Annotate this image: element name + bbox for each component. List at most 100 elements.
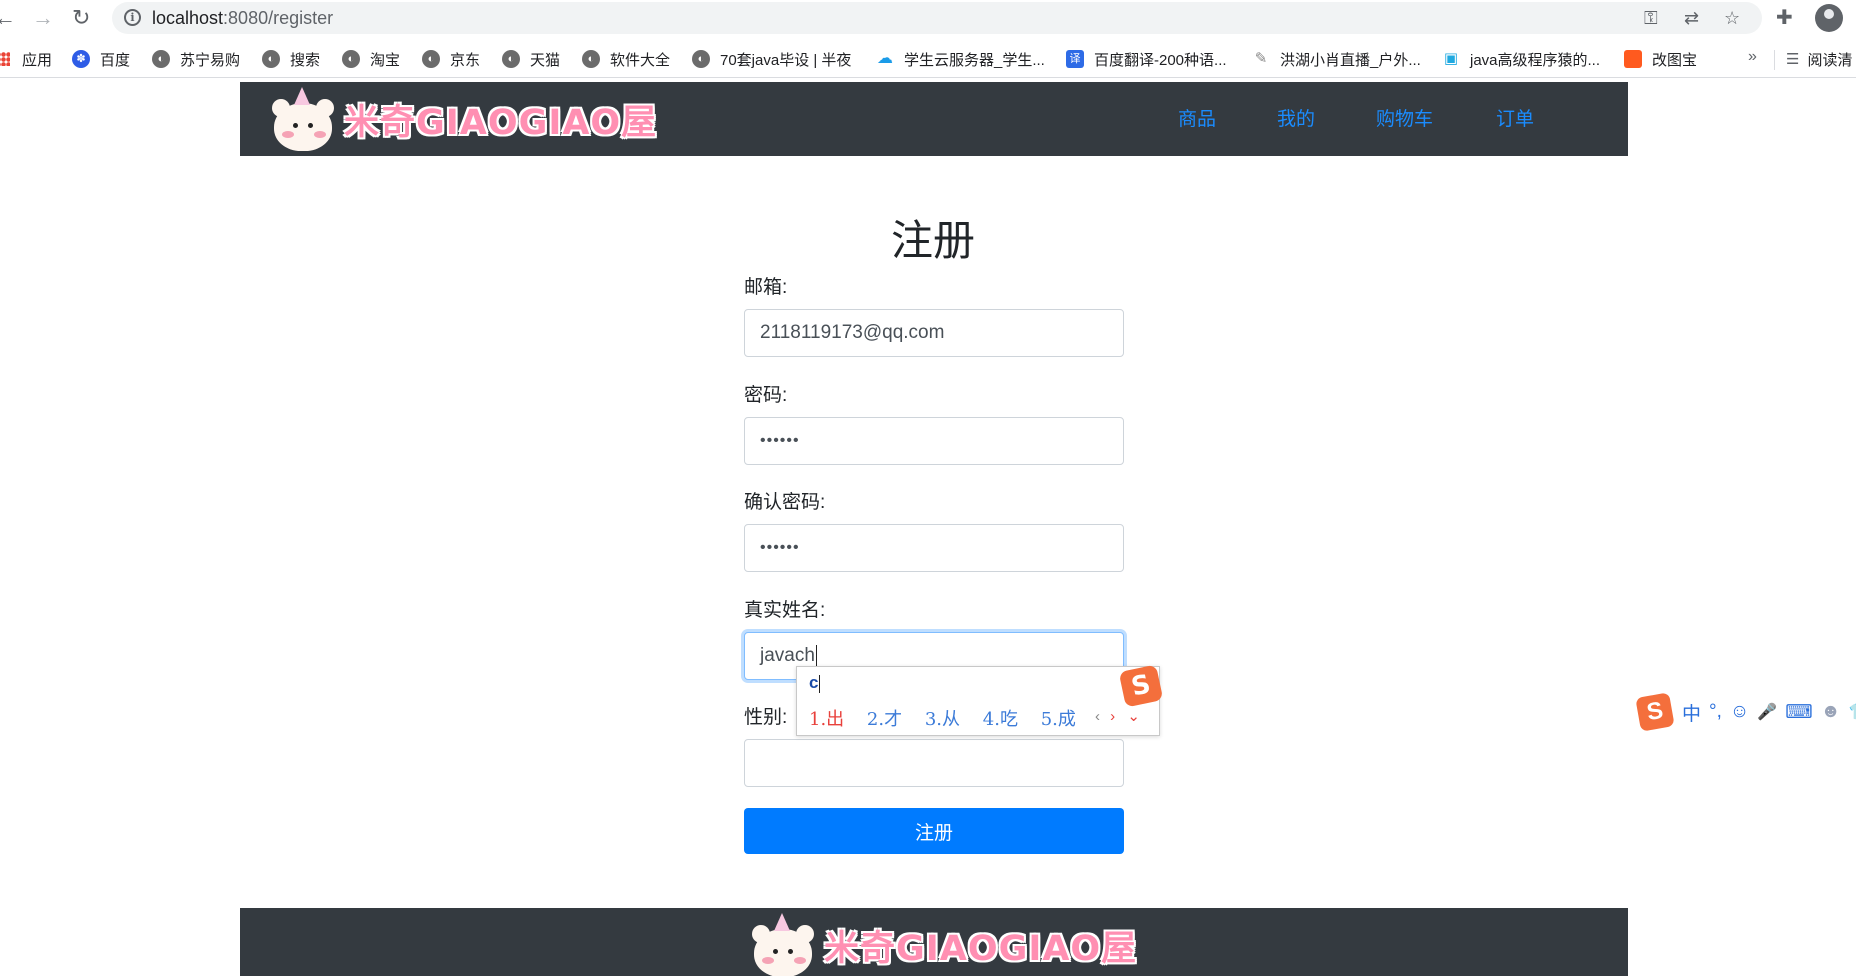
password-key-icon[interactable]: ⚿: [1644, 6, 1658, 30]
user-icon[interactable]: ☻: [1821, 701, 1841, 723]
bookmark-java-projects[interactable]: ◐ 70套java毕设 | 半夜: [692, 48, 851, 70]
bilibili-icon: ▣: [1442, 50, 1460, 68]
site-logo[interactable]: 米奇GIAOGIAO屋: [270, 84, 657, 154]
text-caret: [815, 644, 817, 667]
translate-page-icon[interactable]: ⇄: [1684, 6, 1699, 30]
bookmark-label: 学生云服务器_学生...: [904, 51, 1045, 69]
ime-candidate-popup: c 1.出 2.才 3.从 4.吃 5.成 ‹ › ⌄: [796, 666, 1160, 736]
back-arrow-icon[interactable]: ←: [0, 4, 16, 32]
skin-icon[interactable]: 👕: [1849, 702, 1856, 722]
keyboard-icon[interactable]: ⌨: [1785, 701, 1812, 724]
translate-icon: 译: [1066, 50, 1084, 68]
site-info-icon[interactable]: i: [124, 9, 141, 26]
ime-candidate[interactable]: 3.从: [925, 709, 960, 730]
footer-logo-text: 米奇GIAOGIAO屋: [824, 928, 1138, 969]
confirm-password-label: 确认密码:: [744, 492, 826, 513]
globe-icon: ◐: [502, 50, 520, 68]
bookmark-label: 淘宝: [370, 51, 401, 69]
ime-expand-icon[interactable]: ⌄: [1127, 708, 1140, 725]
nav-orders[interactable]: 订单: [1496, 104, 1534, 131]
reading-list-label: 阅读清: [1807, 51, 1853, 69]
profile-avatar-icon[interactable]: [1815, 4, 1843, 32]
bookmark-label: 软件大全: [610, 51, 671, 69]
bookmarks-bar: 应用 ✽ 百度 ◐ 苏宁易购 ◐ 搜索 ◐ 淘宝 ◐ 京东 ◐ 天猫 ◐ 软件大…: [0, 40, 1856, 78]
emoji-icon[interactable]: ☺: [1730, 701, 1749, 723]
address-bar[interactable]: i localhost:8080/register ⚿ ⇄ ☆: [112, 2, 1762, 34]
gender-field[interactable]: [744, 739, 1124, 787]
globe-icon: ◐: [582, 50, 600, 68]
bookmark-label: 搜索: [290, 51, 321, 69]
page-title: 注册: [890, 217, 975, 264]
ime-pinyin-text: c: [809, 673, 819, 692]
ime-candidate[interactable]: 5.成: [1041, 709, 1076, 730]
url-text[interactable]: localhost:8080/register: [152, 8, 333, 29]
reload-icon[interactable]: ↻: [72, 4, 90, 32]
bookmark-label: 改图宝: [1652, 51, 1698, 69]
bookmark-taobao[interactable]: ◐ 淘宝: [342, 48, 400, 70]
more-bookmarks-icon[interactable]: »: [1748, 48, 1757, 66]
bookmark-baidu-translate[interactable]: 译 百度翻译-200种语...: [1066, 48, 1227, 70]
bookmark-suning[interactable]: ◐ 苏宁易购: [152, 48, 240, 70]
ime-pinyin-input: c: [809, 673, 821, 693]
bookmark-label: 苏宁易购: [180, 51, 241, 69]
bookmark-label: 天猫: [530, 51, 561, 69]
bookmark-student-cloud[interactable]: ☁ 学生云服务器_学生...: [876, 48, 1045, 70]
bookmark-label: 洪湖小肖直播_户外...: [1280, 51, 1421, 69]
email-field[interactable]: 2118119173@qq.com: [744, 309, 1124, 357]
bookmark-star-icon[interactable]: ☆: [1724, 6, 1740, 30]
microphone-icon[interactable]: 🎤: [1757, 702, 1777, 722]
password-field[interactable]: ••••••: [744, 417, 1124, 465]
sogou-logo-icon[interactable]: S: [1635, 692, 1675, 732]
ime-mode-toggle[interactable]: 中: [1682, 699, 1701, 726]
password-label: 密码:: [744, 385, 788, 406]
bookmark-apps[interactable]: 应用: [0, 48, 52, 70]
ime-candidate[interactable]: 2.才: [867, 709, 902, 730]
register-button[interactable]: 注册: [744, 808, 1124, 854]
bookmark-software[interactable]: ◐ 软件大全: [582, 48, 670, 70]
punctuation-toggle[interactable]: °,: [1709, 701, 1722, 723]
footer-logo: 米奇GIAOGIAO屋: [750, 910, 1137, 976]
confirm-password-field[interactable]: ••••••: [744, 524, 1124, 572]
nav-mine[interactable]: 我的: [1277, 104, 1315, 131]
url-host: localhost: [152, 8, 224, 28]
bear-mascot-icon: [270, 87, 334, 151]
gender-label: 性别:: [744, 707, 788, 728]
bear-mascot-icon: [750, 913, 814, 976]
ime-candidate[interactable]: 1.出: [809, 709, 844, 730]
bookmark-gaitubao[interactable]: ■ 改图宝: [1624, 48, 1697, 70]
site-footer: 米奇GIAOGIAO屋: [240, 908, 1628, 976]
bookmark-label: 京东: [450, 51, 481, 69]
ime-candidate-list: 1.出 2.才 3.从 4.吃 5.成: [809, 705, 1093, 731]
ime-prev-page-icon[interactable]: ‹: [1095, 708, 1100, 725]
realname-label: 真实姓名:: [744, 600, 826, 621]
bookmark-baidu[interactable]: ✽ 百度: [72, 48, 130, 70]
bookmark-label: 70套java毕设 | 半夜: [720, 51, 852, 69]
browser-toolbar: ← → ↻ i localhost:8080/register ⚿ ⇄ ☆ ✚: [0, 0, 1856, 38]
bookmark-label: 应用: [22, 51, 53, 69]
pen-icon: ✎: [1252, 50, 1270, 68]
reading-list[interactable]: ☰ 阅读清: [1786, 48, 1852, 70]
logo-text: 米奇GIAOGIAO屋: [344, 102, 658, 143]
cloud-icon: ☁: [876, 50, 894, 68]
bookmark-tmall[interactable]: ◐ 天猫: [502, 48, 560, 70]
forward-arrow-icon[interactable]: →: [32, 4, 54, 32]
orange-app-icon: ■: [1624, 50, 1642, 68]
bookmark-bilibili[interactable]: ▣ java高级程序猿的...: [1442, 48, 1600, 70]
ime-status-bar: S 中 °, ☺ 🎤 ⌨ ☻ 👕: [1635, 692, 1856, 732]
ime-page-controls: ‹ › ⌄: [1095, 707, 1140, 725]
ime-candidate[interactable]: 4.吃: [983, 709, 1018, 730]
email-label: 邮箱:: [744, 277, 788, 298]
globe-icon: ◐: [422, 50, 440, 68]
globe-icon: ◐: [342, 50, 360, 68]
bookmark-jd[interactable]: ◐ 京东: [422, 48, 480, 70]
bookmark-label: 百度: [100, 51, 131, 69]
bookmark-search[interactable]: ◐ 搜索: [262, 48, 320, 70]
nav-cart[interactable]: 购物车: [1376, 104, 1433, 131]
extensions-puzzle-icon[interactable]: ✚: [1776, 6, 1793, 30]
bookmark-live[interactable]: ✎ 洪湖小肖直播_户外...: [1252, 48, 1421, 70]
nav-products[interactable]: 商品: [1178, 104, 1216, 131]
ime-caret: [819, 674, 821, 693]
apps-grid-icon: [0, 52, 10, 66]
ime-next-page-icon[interactable]: ›: [1110, 708, 1115, 725]
globe-icon: ◐: [152, 50, 170, 68]
